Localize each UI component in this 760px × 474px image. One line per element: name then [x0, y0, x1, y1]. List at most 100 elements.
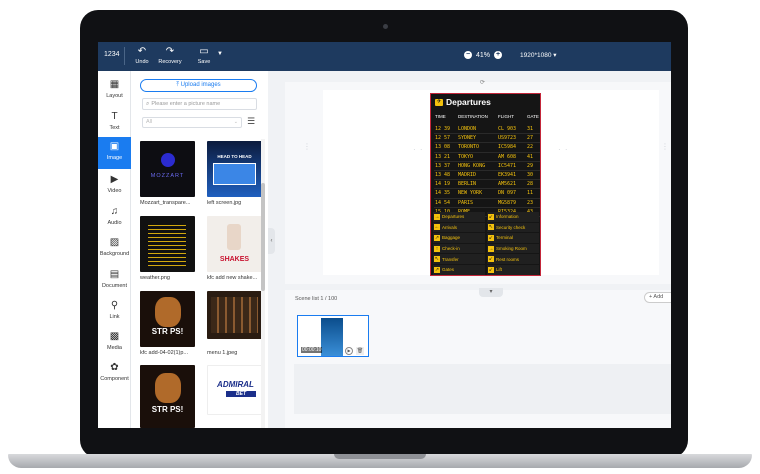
row-destination: BERLIN	[458, 181, 477, 188]
panel-scrollbar-thumb[interactable]	[261, 183, 265, 291]
image-thumb-menu[interactable]	[207, 291, 262, 339]
service-label: Smoking Room	[496, 246, 527, 252]
row-time: 12 39	[435, 126, 451, 132]
bet-text: BET	[226, 391, 256, 397]
row-time: 14 54	[435, 199, 451, 206]
board-row: 12 57 SYDNEY US9723 27	[434, 134, 540, 144]
trash-icon[interactable]: 🗑	[356, 347, 364, 355]
row-time: 12 57	[435, 135, 451, 142]
sidebar-item-label: Text	[109, 125, 120, 131]
image-thumb-weather[interactable]	[140, 216, 195, 272]
image-thumb-kfc-strips[interactable]: STR PS!	[140, 291, 195, 347]
image-thumb-mozzart[interactable]: MOZZART	[140, 141, 195, 197]
header-time: TIME	[435, 114, 446, 119]
zoom-control: − 41% +	[464, 51, 503, 59]
service-label: Baggage	[442, 235, 461, 241]
save-dropdown-chevron-icon[interactable]: ▼	[217, 51, 223, 57]
service-label: Lift	[496, 267, 503, 273]
row-gate: 30	[527, 171, 534, 178]
image-caption: weather.png	[140, 275, 170, 281]
sidebar-item-document[interactable]: ▤ Document	[98, 265, 131, 295]
sidebar-item-background[interactable]: ▨ Background	[98, 233, 131, 263]
list-view-icon[interactable]: ☰	[247, 116, 255, 127]
image-thumb-kfc-shake[interactable]: SHAKES	[207, 216, 262, 272]
service-cell: ↖ Transfer	[433, 254, 485, 264]
row-gate: 41	[527, 153, 534, 160]
service-cell: ↗ Gates	[433, 265, 485, 275]
scene-collapse-toggle[interactable]: ▾	[479, 288, 503, 297]
upload-label: Upload images	[180, 82, 221, 88]
row-gate: 22	[527, 144, 534, 151]
image-caption: Mozzart_transpare...	[140, 200, 191, 206]
audio-icon: ♫	[110, 206, 119, 217]
arrow-icon: ↙	[488, 266, 494, 273]
image-thumb-left-screen[interactable]: HEAD TO HEAD	[207, 141, 262, 197]
zoom-out-icon[interactable]: −	[464, 51, 472, 59]
sidebar-item-image[interactable]: ▣ Image	[98, 137, 131, 169]
image-library-panel: ⤒ Upload images ⌕ Please enter a picture …	[131, 71, 268, 428]
row-flight: EK3941	[498, 171, 517, 178]
row-time: 13 48	[435, 171, 451, 178]
service-cell: ↙ Information	[487, 212, 539, 222]
image-thumb-kfc-strips-2[interactable]: STR PS!	[140, 365, 195, 428]
recovery-button[interactable]: ↷ Recovery	[156, 45, 184, 65]
save-button[interactable]: ▭ Save	[190, 45, 218, 65]
image-icon: ▣	[109, 141, 120, 152]
arrow-icon: ↗	[434, 234, 440, 241]
top-toolbar: 1234 ↶ Undo ↷ Recovery ▭ Save ▼ − 41% + …	[98, 42, 671, 71]
row-flight: IC5984	[498, 144, 517, 151]
undo-icon: ↶	[137, 46, 147, 57]
service-cell: ↙ Rest rooms	[487, 254, 539, 264]
arrow-icon: ↙	[488, 256, 494, 263]
timeline-lane	[294, 364, 671, 414]
row-gate: 23	[527, 199, 534, 206]
sidebar-item-media[interactable]: ▩ Media	[98, 327, 131, 357]
save-icon: ▭	[199, 46, 209, 57]
row-destination: TORONTO	[458, 144, 480, 151]
service-label: Information	[496, 214, 519, 220]
background-icon: ▨	[109, 237, 120, 248]
layout-icon: ▦	[109, 79, 120, 90]
sidebar-item-layout[interactable]: ▦ Layout	[98, 75, 131, 105]
rotate-handle-icon[interactable]: ⟳	[480, 79, 485, 86]
departure-board-element[interactable]: ✈ Departures TIME DESTINATION FLIGHT GAT…	[430, 93, 541, 276]
image-thumb-admiral[interactable]: ADMIRAL BET	[207, 365, 262, 415]
project-number: 1234	[104, 51, 120, 58]
upload-icon: ⤒	[176, 82, 179, 88]
panel-collapse-toggle[interactable]: ‹	[268, 228, 275, 254]
service-label: Rest rooms	[496, 256, 520, 262]
scene-card[interactable]: 00:00:10 ▶ 🗑	[297, 315, 369, 357]
mozzart-logo-icon	[161, 153, 175, 167]
strips-text: STR PS!	[151, 405, 184, 414]
row-flight: IC5471	[498, 162, 517, 169]
board-row: 14 54 PARIS MG5879 23	[434, 199, 540, 208]
undo-button[interactable]: ↶ Undo	[128, 45, 156, 65]
drag-dots-icon: ⋮	[661, 142, 670, 151]
service-label: Security check	[496, 224, 526, 230]
resolution-select[interactable]: 1920*1080 ▾	[520, 51, 557, 59]
row-flight: AM5621	[498, 181, 517, 188]
sidebar-item-video[interactable]: ▶ Video	[98, 170, 131, 200]
upload-images-button[interactable]: ⤒ Upload images	[140, 79, 257, 92]
sidebar-item-text[interactable]: T Text	[98, 107, 131, 137]
play-icon[interactable]: ▶	[345, 347, 353, 355]
board-title-text: Departures	[446, 97, 491, 107]
image-search-input[interactable]: ⌕ Please enter a picture name	[142, 98, 257, 110]
video-icon: ▶	[110, 174, 119, 185]
camera-icon	[383, 24, 388, 29]
zoom-value: 41%	[476, 51, 491, 59]
image-caption: kfc add-04-02(1)p...	[140, 350, 188, 356]
board-row: 13 37 HONG KONG IC5471 29	[434, 162, 540, 171]
add-scene-button[interactable]: + Add	[644, 292, 671, 303]
image-filter-select[interactable]: All ⌄	[142, 117, 242, 128]
sidebar-item-link[interactable]: ⚲ Link	[98, 296, 131, 326]
row-flight: CL 903	[498, 126, 517, 132]
zoom-in-icon[interactable]: +	[494, 51, 503, 59]
component-icon: ✿	[110, 362, 119, 373]
row-gate: 29	[527, 162, 534, 169]
sidebar-item-audio[interactable]: ♫ Audio	[98, 202, 131, 232]
board-row: 13 08 TORONTO IC5984 22	[434, 143, 540, 153]
arrow-icon: ↖	[434, 256, 440, 263]
sidebar-item-component[interactable]: ✿ Component	[98, 358, 131, 388]
link-icon: ⚲	[110, 300, 119, 311]
